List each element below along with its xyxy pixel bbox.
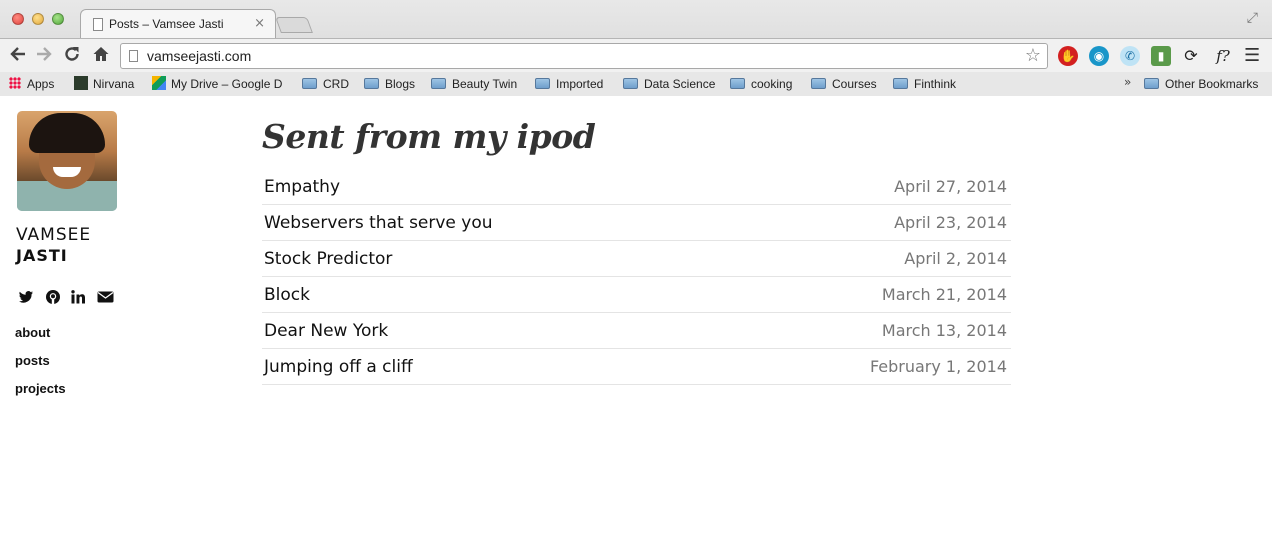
fullscreen-icon[interactable]: ⤢: [1247, 10, 1258, 26]
address-bar[interactable]: vamseejasti.com ☆: [120, 43, 1048, 69]
bookmark-finthink[interactable]: Finthink: [893, 75, 956, 93]
post-list-item[interactable]: Webservers that serve you April 23, 2014: [262, 205, 1011, 241]
page-content: VAMSEE JASTI about posts projects Sent f…: [0, 97, 1272, 535]
post-title-link[interactable]: Webservers that serve you: [264, 213, 493, 233]
post-list-item[interactable]: Stock Predictor April 2, 2014: [262, 241, 1011, 277]
bookmarks-overflow-icon[interactable]: »: [1124, 75, 1131, 89]
bookmark-label: Imported: [556, 77, 604, 91]
post-list-item[interactable]: Dear New York March 13, 2014: [262, 313, 1011, 349]
window-close-button[interactable]: [12, 13, 24, 25]
nav-link-posts[interactable]: posts: [15, 353, 50, 368]
bookmark-label: Finthink: [914, 77, 957, 91]
author-first-name: VAMSEE: [16, 225, 92, 245]
post-list: Empathy April 27, 2014 Webservers that s…: [262, 169, 1011, 385]
tab-strip: Posts – Vamsee Jasti × ⤢: [0, 0, 1272, 38]
tab-title: Posts – Vamsee Jasti: [109, 17, 224, 31]
bookmark-label: CRD: [323, 77, 349, 91]
new-tab-button[interactable]: [275, 17, 313, 33]
bookmark-label: Data Science: [644, 77, 716, 91]
bookmark-google-drive[interactable]: My Drive – Google D: [152, 75, 282, 93]
reload-icon[interactable]: [62, 45, 82, 65]
twitter-icon[interactable]: [18, 289, 34, 305]
post-date: April 23, 2014: [894, 213, 1007, 232]
avatar-hair: [29, 113, 105, 153]
menu-icon[interactable]: ☰: [1244, 45, 1260, 66]
post-date: April 27, 2014: [894, 177, 1007, 196]
post-date: April 2, 2014: [904, 249, 1007, 268]
phone-icon[interactable]: ✆: [1120, 46, 1140, 66]
author-last-name: JASTI: [16, 246, 68, 265]
folder-icon: [302, 78, 317, 89]
avatar-shirt: [17, 191, 117, 211]
post-list-item[interactable]: Jumping off a cliff February 1, 2014: [262, 349, 1011, 385]
browser-tab[interactable]: Posts – Vamsee Jasti ×: [80, 9, 276, 38]
adblock-icon[interactable]: ✋: [1058, 46, 1078, 66]
bookmark-label: My Drive – Google D: [171, 77, 283, 91]
window-zoom-button[interactable]: [52, 13, 64, 25]
forward-icon[interactable]: [34, 45, 54, 65]
folder-icon: [431, 78, 446, 89]
avatar: [17, 111, 117, 211]
google-drive-icon: [152, 76, 166, 90]
bookmarks-bar: Apps Nirvana My Drive – Google D CRD Blo…: [0, 72, 1272, 96]
nav-link-about[interactable]: about: [15, 325, 50, 340]
bookmark-beauty-twin[interactable]: Beauty Twin: [431, 75, 517, 93]
bookmark-courses[interactable]: Courses: [811, 75, 877, 93]
window-minimize-button[interactable]: [32, 13, 44, 25]
bookmark-imported[interactable]: Imported: [535, 75, 603, 93]
book-icon[interactable]: ▮: [1151, 46, 1171, 66]
formula-icon[interactable]: f?: [1211, 46, 1235, 66]
bookmark-blogs[interactable]: Blogs: [364, 75, 415, 93]
browser-toolbar: vamseejasti.com ☆ ✋ ◉ ✆ ▮ ⟳ f? ☰: [0, 38, 1272, 72]
camera-icon[interactable]: ◉: [1089, 46, 1109, 66]
folder-icon: [364, 78, 379, 89]
bookmark-other-bookmarks[interactable]: Other Bookmarks: [1144, 75, 1258, 93]
bookmark-nirvana[interactable]: Nirvana: [74, 75, 134, 93]
linkedin-icon[interactable]: [70, 289, 86, 305]
bookmark-cooking[interactable]: cooking: [730, 75, 792, 93]
bookmark-label: Beauty Twin: [452, 77, 518, 91]
folder-icon: [893, 78, 908, 89]
folder-icon: [811, 78, 826, 89]
post-title-link[interactable]: Dear New York: [264, 321, 388, 341]
tab-close-icon[interactable]: ×: [254, 16, 265, 31]
nirvana-icon: [74, 76, 88, 90]
mail-icon[interactable]: [97, 289, 114, 305]
post-date: March 13, 2014: [881, 321, 1007, 340]
bookmark-data-science[interactable]: Data Science: [623, 75, 715, 93]
back-icon[interactable]: [8, 45, 28, 65]
post-date: February 1, 2014: [869, 357, 1007, 376]
post-title-link[interactable]: Block: [264, 285, 310, 305]
page-icon: [93, 18, 103, 31]
page-title: Sent from my ipod: [262, 117, 596, 156]
post-list-item[interactable]: Empathy April 27, 2014: [262, 169, 1011, 205]
bookmark-crd[interactable]: CRD: [302, 75, 349, 93]
post-title-link[interactable]: Jumping off a cliff: [264, 357, 413, 377]
bookmark-label: Blogs: [385, 77, 416, 91]
nav-link-projects[interactable]: projects: [15, 381, 66, 396]
browser-chrome: Posts – Vamsee Jasti × ⤢ vamseejasti.com…: [0, 0, 1272, 96]
post-list-item[interactable]: Block March 21, 2014: [262, 277, 1011, 313]
bookmark-apps[interactable]: Apps: [9, 75, 54, 93]
page-icon: [129, 50, 138, 62]
bookmark-label: Courses: [832, 77, 877, 91]
bookmark-star-icon[interactable]: ☆: [1025, 45, 1041, 66]
post-title-link[interactable]: Stock Predictor: [264, 249, 392, 269]
sync-icon[interactable]: ⟳: [1181, 46, 1201, 66]
folder-icon: [1144, 78, 1159, 89]
home-icon[interactable]: [91, 45, 111, 65]
github-icon[interactable]: [45, 289, 61, 305]
address-url[interactable]: vamseejasti.com: [147, 48, 251, 64]
bookmark-label: Apps: [27, 77, 55, 91]
post-title-link[interactable]: Empathy: [264, 177, 340, 197]
bookmark-label: Nirvana: [93, 77, 135, 91]
bookmark-label: Other Bookmarks: [1165, 77, 1259, 91]
post-date: March 21, 2014: [881, 285, 1007, 304]
folder-icon: [730, 78, 745, 89]
apps-grid-icon: [9, 77, 21, 89]
folder-icon: [535, 78, 550, 89]
folder-icon: [623, 78, 638, 89]
bookmark-label: cooking: [751, 77, 793, 91]
